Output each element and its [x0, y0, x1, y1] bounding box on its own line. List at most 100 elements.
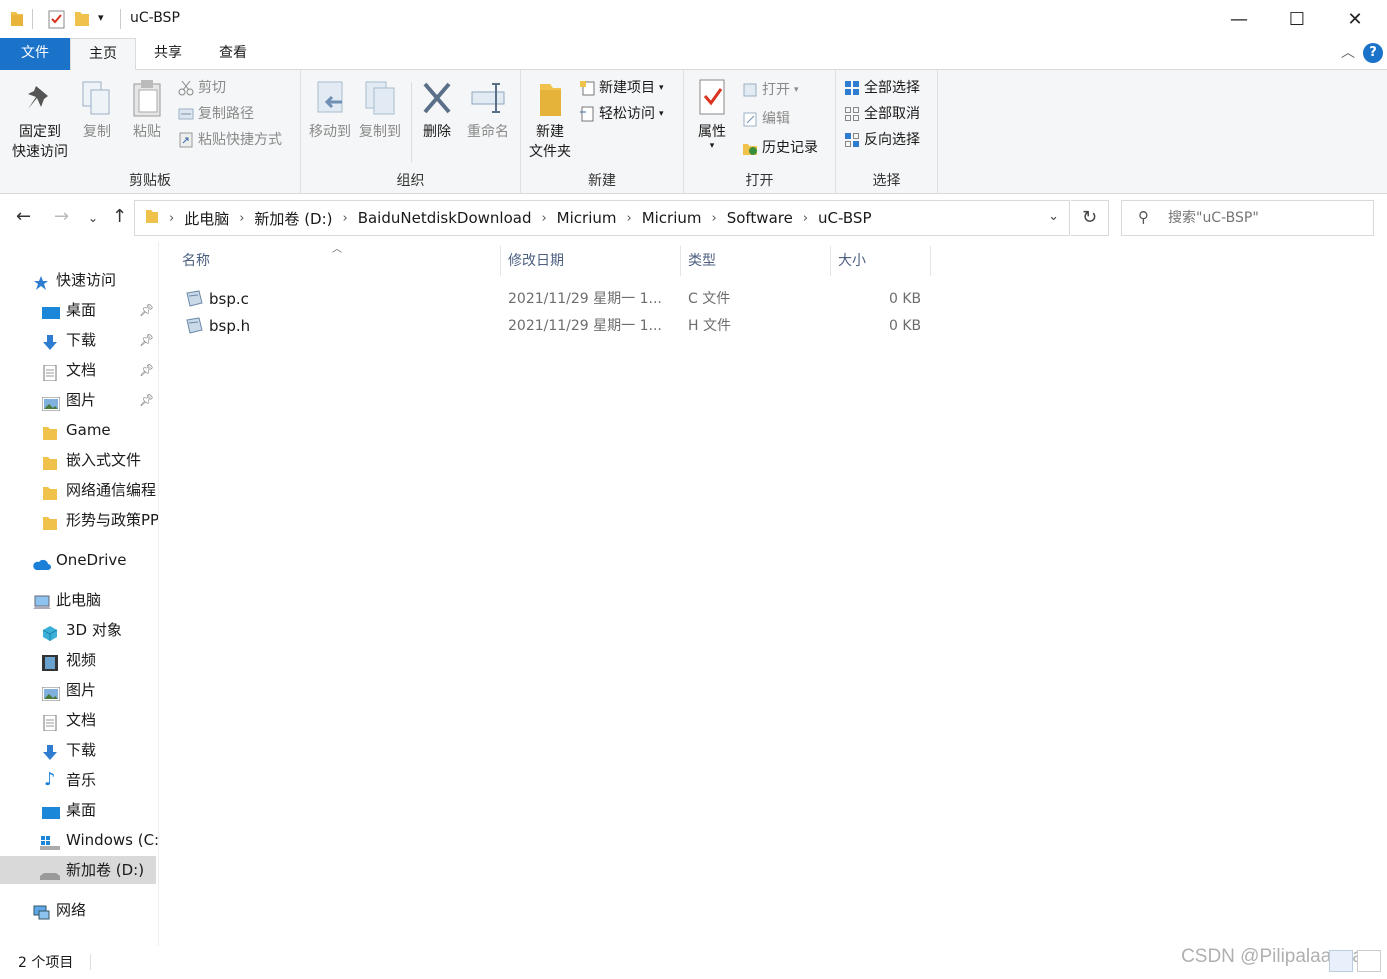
search-box[interactable]: ⚲: [1121, 200, 1374, 236]
nav-item-downloads[interactable]: 下载 📌︎: [0, 326, 158, 354]
history-button[interactable]: 历史记录: [742, 138, 818, 158]
new-item-button[interactable]: 新建项目 ▾: [579, 78, 664, 98]
refresh-button[interactable]: ↻: [1071, 200, 1109, 236]
breadcrumb-item[interactable]: Software: [721, 209, 799, 227]
nav-item-folder[interactable]: 形势与政策PPT: [0, 506, 158, 534]
properties-button[interactable]: 属性 ▾: [690, 74, 734, 151]
paste-shortcut-button[interactable]: 粘贴快捷方式: [178, 130, 282, 150]
nav-label: 快速访问: [56, 271, 117, 289]
nav-item-pictures[interactable]: 图片 📌︎: [0, 386, 158, 414]
breadcrumb-item[interactable]: 新加卷 (D:): [248, 208, 338, 229]
breadcrumb-item-current[interactable]: uC-BSP: [812, 209, 877, 227]
copy-to-button[interactable]: 复制到: [355, 74, 405, 142]
recent-locations-chevron-icon[interactable]: ⌄: [88, 211, 98, 225]
edit-button[interactable]: 编辑: [742, 109, 790, 129]
column-divider[interactable]: [500, 246, 501, 276]
paste-shortcut-icon: [178, 132, 194, 148]
breadcrumb-chevron-icon[interactable]: ›: [622, 211, 635, 226]
picture-icon: [41, 392, 61, 412]
file-row[interactable]: bsp.h 2021/11/29 星期一 1... H 文件 0 KB: [174, 313, 930, 340]
column-header-modified[interactable]: 修改日期: [508, 246, 564, 276]
address-bar[interactable]: › 此电脑 › 新加卷 (D:) › BaiduNetdiskDownload …: [134, 200, 1070, 236]
column-header-size[interactable]: 大小: [838, 246, 866, 276]
paste-button[interactable]: 粘贴: [128, 74, 166, 142]
download-arrow-icon: [42, 742, 58, 760]
properties-quick-icon[interactable]: [48, 9, 66, 29]
tab-file[interactable]: 文件: [0, 38, 70, 70]
nav-item-pictures[interactable]: 图片: [0, 676, 158, 704]
nav-onedrive[interactable]: OneDrive: [0, 546, 158, 574]
minimize-button[interactable]: —: [1210, 0, 1268, 38]
maximize-button[interactable]: ☐: [1268, 0, 1326, 38]
breadcrumb-chevron-icon[interactable]: ›: [165, 211, 178, 226]
file-row[interactable]: bsp.c 2021/11/29 星期一 1... C 文件 0 KB: [174, 286, 930, 313]
breadcrumb-chevron-icon[interactable]: ›: [708, 211, 721, 226]
nav-item-documents[interactable]: 文档: [0, 706, 158, 734]
nav-item-folder[interactable]: Game: [0, 416, 158, 444]
customize-toolbar-icon[interactable]: ▾: [98, 11, 110, 31]
pin-to-quick-access-button[interactable]: 固定到 快速访问: [6, 74, 74, 162]
breadcrumb-item[interactable]: Micrium: [551, 209, 623, 227]
tab-view[interactable]: 查看: [204, 38, 262, 70]
nav-network[interactable]: 网络: [0, 896, 158, 924]
breadcrumb-item[interactable]: Micrium: [636, 209, 708, 227]
new-folder-button[interactable]: 新建 文件夹: [525, 74, 575, 162]
easy-access-button[interactable]: 轻松访问 ▾: [579, 104, 664, 124]
column-divider[interactable]: [930, 246, 931, 276]
nav-item-3d-objects[interactable]: 3D 对象: [0, 616, 158, 644]
nav-item-desktop[interactable]: 桌面: [0, 796, 158, 824]
nav-item-drive-c[interactable]: Windows (C:): [0, 826, 158, 854]
up-arrow-icon[interactable]: ↑: [112, 206, 127, 227]
cut-button[interactable]: 剪切: [178, 78, 226, 98]
breadcrumb-item[interactable]: BaiduNetdiskDownload: [352, 209, 538, 227]
back-arrow-icon[interactable]: ←: [16, 206, 31, 227]
nav-item-music[interactable]: ♪ 音乐: [0, 766, 158, 794]
nav-label: 新加卷 (D:): [66, 861, 145, 879]
tab-home[interactable]: 主页: [70, 38, 136, 71]
search-input[interactable]: [1168, 202, 1368, 234]
new-folder-quick-icon[interactable]: [74, 9, 90, 29]
help-button[interactable]: ?: [1363, 43, 1383, 63]
details-view-icon[interactable]: [1329, 950, 1353, 972]
rename-button[interactable]: 重命名: [461, 74, 515, 142]
breadcrumb-chevron-icon[interactable]: ›: [799, 211, 812, 226]
column-divider[interactable]: [680, 246, 681, 276]
pin-icon: 📌︎: [139, 333, 155, 347]
copy-button[interactable]: 复制: [78, 74, 116, 142]
address-dropdown-chevron-icon[interactable]: ⌄: [1048, 209, 1059, 224]
scissors-icon: [178, 80, 194, 96]
column-header-type[interactable]: 类型: [688, 246, 716, 276]
nav-item-desktop[interactable]: 桌面 📌︎: [0, 296, 158, 324]
open-group-label: 打开: [745, 173, 774, 189]
status-item-count: 2 个项目: [18, 955, 74, 971]
invert-selection-button[interactable]: 反向选择: [844, 130, 920, 150]
delete-button[interactable]: 删除: [417, 74, 457, 142]
tab-share[interactable]: 共享: [140, 38, 196, 70]
column-divider[interactable]: [830, 246, 831, 276]
nav-item-folder[interactable]: 嵌入式文件: [0, 446, 158, 474]
pin-label-line1: 固定到: [19, 124, 61, 140]
close-button[interactable]: ✕: [1326, 0, 1384, 38]
nav-item-folder[interactable]: 网络通信编程: [0, 476, 158, 504]
breadcrumb-item[interactable]: 此电脑: [178, 208, 235, 229]
breadcrumb-chevron-icon[interactable]: ›: [339, 211, 352, 226]
copy-path-button[interactable]: 复制路径: [178, 104, 254, 124]
breadcrumb-chevron-icon[interactable]: ›: [235, 211, 248, 226]
new-group: 新建 文件夹 新建项目 ▾ 轻松访问 ▾ 新建: [521, 70, 684, 194]
collapse-ribbon-icon[interactable]: ︿: [1341, 42, 1355, 62]
move-to-button[interactable]: 移动到: [305, 74, 355, 142]
nav-quick-access[interactable]: 快速访问: [0, 266, 158, 294]
nav-this-pc[interactable]: 此电脑: [0, 586, 158, 614]
nav-item-videos[interactable]: 视频: [0, 646, 158, 674]
breadcrumb-chevron-icon[interactable]: ›: [537, 211, 550, 226]
select-group: 全部选择 全部取消 反向选择 选择: [836, 70, 938, 194]
large-icons-view-icon[interactable]: [1357, 950, 1381, 972]
nav-item-downloads[interactable]: 下载: [0, 736, 158, 764]
forward-arrow-icon[interactable]: →: [54, 206, 69, 227]
column-header-name[interactable]: 名称: [182, 246, 210, 276]
select-none-button[interactable]: 全部取消: [844, 104, 920, 124]
nav-item-documents[interactable]: 文档 📌︎: [0, 356, 158, 384]
select-all-button[interactable]: 全部选择: [844, 78, 920, 98]
open-button[interactable]: 打开 ▾: [742, 80, 799, 100]
nav-item-drive-d[interactable]: 新加卷 (D:): [0, 856, 156, 884]
